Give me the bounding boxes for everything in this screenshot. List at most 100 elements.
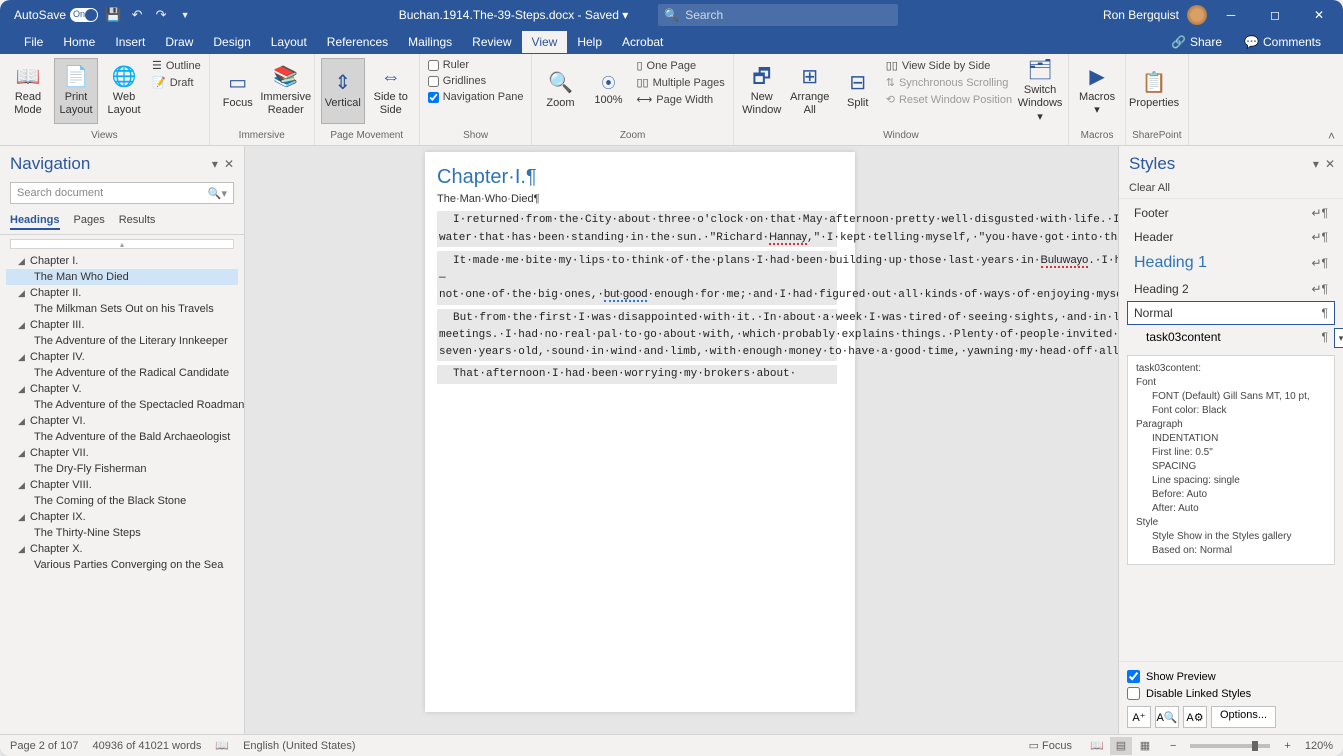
redo-icon[interactable]: ↷ [152,6,170,24]
nav-jump-bar[interactable]: ▴ [10,239,234,249]
nav-heading-item[interactable]: The Adventure of the Bald Archaeologist [6,429,238,445]
print-layout-button[interactable]: 📄Print Layout [54,58,98,124]
nav-heading-item[interactable]: ◢Chapter I. [6,253,238,269]
style-row-heading-2[interactable]: Heading 2↵¶ [1127,277,1335,301]
nav-heading-item[interactable]: The Man Who Died [6,269,238,285]
style-dropdown-icon[interactable]: ▾ [1334,328,1343,348]
share-button[interactable]: 🔗Share [1163,33,1230,51]
spell-check-icon[interactable]: 📖 [215,739,229,752]
save-icon[interactable]: 💾 [104,6,122,24]
zoom-out-button[interactable]: − [1170,740,1176,752]
chapter-subtitle[interactable]: The·Man·Who·Died¶ [437,193,837,205]
menu-insert[interactable]: Insert [105,31,155,53]
tab-pages[interactable]: Pages [74,212,105,230]
nav-heading-item[interactable]: ◢Chapter VI. [6,413,238,429]
zoom-button[interactable]: 🔍Zoom [538,58,582,124]
split-button[interactable]: ⊟Split [836,58,880,124]
nav-heading-item[interactable]: ◢Chapter III. [6,317,238,333]
nav-heading-item[interactable]: ◢Chapter IV. [6,349,238,365]
minimize-button[interactable]: ─ [1211,0,1251,30]
document-title[interactable]: Buchan.1914.The-39-Steps.docx - Saved ▾ [399,8,629,22]
chapter-heading[interactable]: Chapter·I.¶ [437,166,837,189]
body-paragraph[interactable]: But·from·the·first·I·was·disappointed·wi… [437,309,837,362]
nav-heading-item[interactable]: ◢Chapter IX. [6,509,238,525]
body-paragraph[interactable]: I·returned·from·the·City·about·three·o'c… [437,211,837,247]
ruler-checkbox[interactable]: Ruler [426,58,526,72]
macros-button[interactable]: ▶Macros ▾ [1075,58,1119,124]
nav-heading-item[interactable]: ◢Chapter VIII. [6,477,238,493]
menu-view[interactable]: View [522,31,568,53]
focus-button[interactable]: ▭Focus [216,58,260,124]
clear-all-button[interactable]: Clear All [1119,178,1343,199]
immersive-reader-button[interactable]: 📚Immersive Reader [264,58,308,124]
one-page-button[interactable]: ▯One Page [634,58,726,73]
outline-button[interactable]: ☰Outline [150,58,203,73]
nav-heading-item[interactable]: The Adventure of the Spectacled Roadman [6,397,238,413]
properties-button[interactable]: 📋Properties [1132,58,1176,124]
multiple-pages-button[interactable]: ▯▯Multiple Pages [634,75,726,90]
autosave-toggle[interactable]: AutoSave On [14,8,98,22]
web-layout-button[interactable]: 🌐Web Layout [102,58,146,124]
styles-dropdown-icon[interactable]: ▾ [1313,157,1319,171]
maximize-button[interactable]: ◻ [1255,0,1295,30]
menu-help[interactable]: Help [567,31,612,53]
menu-design[interactable]: Design [203,31,260,53]
menu-layout[interactable]: Layout [261,31,317,53]
zoom-in-button[interactable]: + [1284,740,1290,752]
view-side-by-side-button[interactable]: ▯▯View Side by Side [884,58,1014,73]
page-indicator[interactable]: Page 2 of 107 [10,740,79,752]
print-layout-view-button[interactable]: ▤ [1110,737,1132,755]
search-box[interactable]: 🔍 Search [658,4,898,26]
zoom-level[interactable]: 120% [1305,740,1333,752]
undo-icon[interactable]: ↶ [128,6,146,24]
tab-headings[interactable]: Headings [10,212,60,230]
close-button[interactable]: ✕ [1299,0,1339,30]
focus-mode-button[interactable]: ▭ Focus [1029,739,1072,752]
zoom-slider[interactable] [1190,744,1270,748]
page-width-button[interactable]: ⟷Page Width [634,92,726,107]
menu-home[interactable]: Home [53,31,105,53]
language-indicator[interactable]: English (United States) [243,740,356,752]
disable-linked-checkbox[interactable]: Disable Linked Styles [1127,685,1335,702]
style-row-heading-1[interactable]: Heading 1↵¶ [1127,249,1335,277]
style-inspector-button[interactable]: A🔍 [1155,706,1179,728]
menu-review[interactable]: Review [462,31,521,53]
menu-file[interactable]: File [14,31,53,53]
nav-heading-item[interactable]: The Adventure of the Radical Candidate [6,365,238,381]
vertical-button[interactable]: ⇕Vertical [321,58,365,124]
read-mode-view-button[interactable]: 📖 [1086,737,1108,755]
manage-styles-button[interactable]: A⚙ [1183,706,1207,728]
zoom-100-button[interactable]: ⦿100% [586,58,630,124]
options-button[interactable]: Options... [1211,706,1276,728]
document-area[interactable]: Chapter·I.¶ The·Man·Who·Died¶ I·returned… [245,146,1118,734]
collapse-ribbon-icon[interactable]: ˄ [1328,129,1335,143]
nav-heading-item[interactable]: Various Parties Converging on the Sea [6,557,238,573]
tab-results[interactable]: Results [119,212,156,230]
nav-heading-item[interactable]: The Milkman Sets Out on his Travels [6,301,238,317]
user-name[interactable]: Ron Bergquist [1103,8,1179,22]
style-row-header[interactable]: Header↵¶ [1127,225,1335,249]
nav-search-input[interactable]: Search document 🔍▾ [10,182,234,204]
side-to-side-button[interactable]: ⇔Side to Side [369,58,413,124]
switch-windows-button[interactable]: 🗂Switch Windows ▾ [1018,58,1062,124]
web-layout-view-button[interactable]: ▦ [1134,737,1156,755]
body-paragraph[interactable]: It·made·me·bite·my·lips·to·think·of·the·… [437,251,837,305]
nav-dropdown-icon[interactable]: ▾ [212,157,218,171]
qat-dropdown-icon[interactable]: ▼ [176,6,194,24]
gridlines-checkbox[interactable]: Gridlines [426,74,526,88]
comments-button[interactable]: 💬Comments [1236,33,1329,51]
draft-button[interactable]: 📝Draft [150,75,203,90]
nav-heading-item[interactable]: The Thirty-Nine Steps [6,525,238,541]
styles-close-icon[interactable]: ✕ [1325,157,1335,171]
arrange-all-button[interactable]: ⊞Arrange All [788,58,832,124]
menu-acrobat[interactable]: Acrobat [612,31,673,53]
nav-heading-item[interactable]: ◢Chapter X. [6,541,238,557]
nav-heading-item[interactable]: ◢Chapter VII. [6,445,238,461]
nav-heading-item[interactable]: The Dry-Fly Fisherman [6,461,238,477]
nav-heading-item[interactable]: The Adventure of the Literary Innkeeper [6,333,238,349]
nav-heading-item[interactable]: The Coming of the Black Stone [6,493,238,509]
nav-close-icon[interactable]: ✕ [224,157,234,171]
style-row-task03content[interactable]: task03content¶▾ [1127,325,1335,349]
menu-mailings[interactable]: Mailings [398,31,462,53]
style-row-normal[interactable]: Normal¶ [1127,301,1335,325]
